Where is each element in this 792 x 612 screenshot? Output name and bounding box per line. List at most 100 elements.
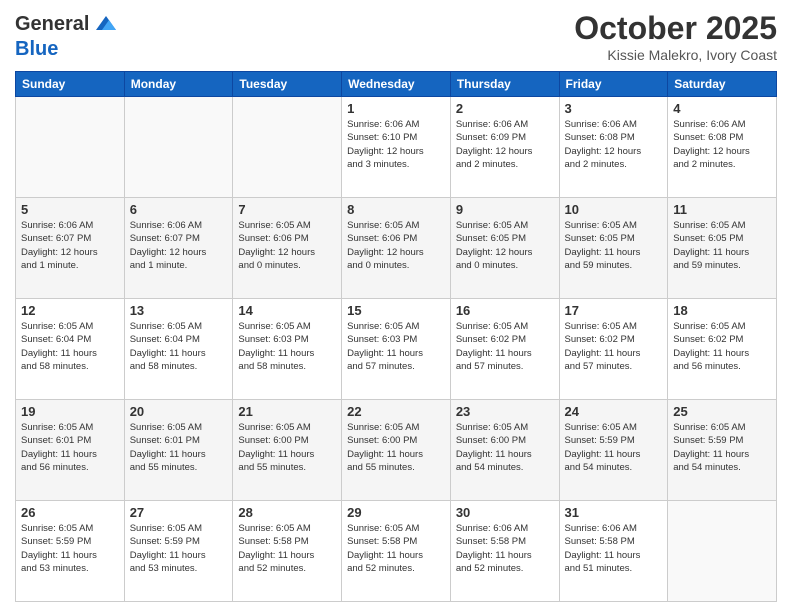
day-cell: 19 Sunrise: 6:05 AM Sunset: 6:01 PM Dayli… [16, 400, 125, 501]
header-monday: Monday [124, 72, 233, 97]
day-cell: 31Sunrise: 6:06 AM Sunset: 5:58 PM Dayli… [559, 501, 668, 602]
day-cell: 14 Sunrise: 6:05 AM Sunset: 6:03 PM Dayli… [233, 299, 342, 400]
day-number: 1 [347, 101, 445, 116]
day-cell: 29 Sunrise: 6:05 AM Sunset: 5:58 PM Dayli… [342, 501, 451, 602]
header-friday: Friday [559, 72, 668, 97]
day-cell: 11 Sunrise: 6:05 AM Sunset: 6:05 PM Dayli… [668, 198, 777, 299]
header-thursday: Thursday [450, 72, 559, 97]
day-info: Sunrise: 6:05 AM Sunset: 6:06 PM Dayligh… [347, 219, 445, 272]
week-row-2: 5 Sunrise: 6:06 AM Sunset: 6:07 PM Daylig… [16, 198, 777, 299]
day-number: 10 [565, 202, 663, 217]
day-info: Sunrise: 6:05 AM Sunset: 5:58 PM Dayligh… [347, 522, 445, 575]
day-info: Sunrise: 6:05 AM Sunset: 6:03 PM Dayligh… [347, 320, 445, 373]
day-info: Sunrise: 6:06 AM Sunset: 6:08 PM Dayligh… [673, 118, 771, 171]
day-number: 21 [238, 404, 336, 419]
day-number: 11 [673, 202, 771, 217]
day-number: 6 [130, 202, 228, 217]
header-wednesday: Wednesday [342, 72, 451, 97]
day-info: Sunrise: 6:06 AM Sunset: 6:08 PM Dayligh… [565, 118, 663, 171]
day-number: 27 [130, 505, 228, 520]
week-row-5: 26Sunrise: 6:05 AM Sunset: 5:59 PM Dayli… [16, 501, 777, 602]
day-number: 19 [21, 404, 119, 419]
day-cell: 5 Sunrise: 6:06 AM Sunset: 6:07 PM Daylig… [16, 198, 125, 299]
day-cell: 21 Sunrise: 6:05 AM Sunset: 6:00 PM Dayli… [233, 400, 342, 501]
day-number: 23 [456, 404, 554, 419]
day-cell: 16Sunrise: 6:05 AM Sunset: 6:02 PM Dayli… [450, 299, 559, 400]
day-info: Sunrise: 6:05 AM Sunset: 5:59 PM Dayligh… [130, 522, 228, 575]
day-cell: 10 Sunrise: 6:05 AM Sunset: 6:05 PM Dayli… [559, 198, 668, 299]
day-number: 7 [238, 202, 336, 217]
day-number: 5 [21, 202, 119, 217]
logo: General Blue [15, 10, 120, 60]
day-info: Sunrise: 6:05 AM Sunset: 6:05 PM Dayligh… [456, 219, 554, 272]
day-cell: 8Sunrise: 6:05 AM Sunset: 6:06 PM Daylig… [342, 198, 451, 299]
day-cell: 18 Sunrise: 6:05 AM Sunset: 6:02 PM Dayli… [668, 299, 777, 400]
day-cell [233, 97, 342, 198]
week-row-4: 19 Sunrise: 6:05 AM Sunset: 6:01 PM Dayli… [16, 400, 777, 501]
day-cell: 1 Sunrise: 6:06 AM Sunset: 6:10 PM Daylig… [342, 97, 451, 198]
day-cell: 25 Sunrise: 6:05 AM Sunset: 5:59 PM Dayli… [668, 400, 777, 501]
day-cell [124, 97, 233, 198]
day-cell: 23Sunrise: 6:05 AM Sunset: 6:00 PM Dayli… [450, 400, 559, 501]
day-info: Sunrise: 6:05 AM Sunset: 6:04 PM Dayligh… [130, 320, 228, 373]
day-cell: 24Sunrise: 6:05 AM Sunset: 5:59 PM Dayli… [559, 400, 668, 501]
day-info: Sunrise: 6:05 AM Sunset: 5:59 PM Dayligh… [565, 421, 663, 474]
day-info: Sunrise: 6:06 AM Sunset: 6:10 PM Dayligh… [347, 118, 445, 171]
day-number: 29 [347, 505, 445, 520]
header-sunday: Sunday [16, 72, 125, 97]
day-info: Sunrise: 6:06 AM Sunset: 6:07 PM Dayligh… [130, 219, 228, 272]
day-number: 16 [456, 303, 554, 318]
day-number: 20 [130, 404, 228, 419]
day-info: Sunrise: 6:06 AM Sunset: 6:09 PM Dayligh… [456, 118, 554, 171]
day-cell: 13Sunrise: 6:05 AM Sunset: 6:04 PM Dayli… [124, 299, 233, 400]
logo-general: General [15, 13, 89, 35]
day-cell: 6 Sunrise: 6:06 AM Sunset: 6:07 PM Daylig… [124, 198, 233, 299]
day-cell: 27 Sunrise: 6:05 AM Sunset: 5:59 PM Dayli… [124, 501, 233, 602]
day-cell: 3 Sunrise: 6:06 AM Sunset: 6:08 PM Daylig… [559, 97, 668, 198]
day-info: Sunrise: 6:05 AM Sunset: 6:05 PM Dayligh… [673, 219, 771, 272]
page: General Blue October 2025 Kissie Malekro… [0, 0, 792, 612]
day-cell [668, 501, 777, 602]
day-info: Sunrise: 6:05 AM Sunset: 6:00 PM Dayligh… [238, 421, 336, 474]
week-row-3: 12 Sunrise: 6:05 AM Sunset: 6:04 PM Dayli… [16, 299, 777, 400]
day-number: 2 [456, 101, 554, 116]
day-number: 28 [238, 505, 336, 520]
day-info: Sunrise: 6:05 AM Sunset: 6:06 PM Dayligh… [238, 219, 336, 272]
day-number: 3 [565, 101, 663, 116]
day-info: Sunrise: 6:06 AM Sunset: 6:07 PM Dayligh… [21, 219, 119, 272]
logo-icon [92, 10, 120, 38]
day-cell: 12 Sunrise: 6:05 AM Sunset: 6:04 PM Dayli… [16, 299, 125, 400]
day-info: Sunrise: 6:05 AM Sunset: 5:59 PM Dayligh… [673, 421, 771, 474]
day-info: Sunrise: 6:05 AM Sunset: 6:03 PM Dayligh… [238, 320, 336, 373]
day-info: Sunrise: 6:05 AM Sunset: 6:02 PM Dayligh… [673, 320, 771, 373]
day-number: 25 [673, 404, 771, 419]
logo-blue: Blue [15, 38, 120, 60]
day-info: Sunrise: 6:05 AM Sunset: 5:58 PM Dayligh… [238, 522, 336, 575]
day-cell: 20Sunrise: 6:05 AM Sunset: 6:01 PM Dayli… [124, 400, 233, 501]
day-info: Sunrise: 6:05 AM Sunset: 6:00 PM Dayligh… [347, 421, 445, 474]
day-number: 14 [238, 303, 336, 318]
calendar-table: Sunday Monday Tuesday Wednesday Thursday… [15, 71, 777, 602]
day-number: 30 [456, 505, 554, 520]
header-saturday: Saturday [668, 72, 777, 97]
day-info: Sunrise: 6:05 AM Sunset: 6:04 PM Dayligh… [21, 320, 119, 373]
day-info: Sunrise: 6:05 AM Sunset: 6:01 PM Dayligh… [21, 421, 119, 474]
day-cell: 28 Sunrise: 6:05 AM Sunset: 5:58 PM Dayli… [233, 501, 342, 602]
day-number: 22 [347, 404, 445, 419]
day-cell: 22 Sunrise: 6:05 AM Sunset: 6:00 PM Dayli… [342, 400, 451, 501]
day-cell [16, 97, 125, 198]
location: Kissie Malekro, Ivory Coast [574, 47, 777, 63]
day-number: 31 [565, 505, 663, 520]
day-info: Sunrise: 6:06 AM Sunset: 5:58 PM Dayligh… [456, 522, 554, 575]
day-cell: 17Sunrise: 6:05 AM Sunset: 6:02 PM Dayli… [559, 299, 668, 400]
day-number: 18 [673, 303, 771, 318]
day-cell: 4Sunrise: 6:06 AM Sunset: 6:08 PM Daylig… [668, 97, 777, 198]
title-area: October 2025 Kissie Malekro, Ivory Coast [574, 10, 777, 63]
day-cell: 30 Sunrise: 6:06 AM Sunset: 5:58 PM Dayli… [450, 501, 559, 602]
day-cell: 15Sunrise: 6:05 AM Sunset: 6:03 PM Dayli… [342, 299, 451, 400]
day-cell: 2 Sunrise: 6:06 AM Sunset: 6:09 PM Daylig… [450, 97, 559, 198]
week-row-1: 1 Sunrise: 6:06 AM Sunset: 6:10 PM Daylig… [16, 97, 777, 198]
day-info: Sunrise: 6:05 AM Sunset: 6:05 PM Dayligh… [565, 219, 663, 272]
day-number: 12 [21, 303, 119, 318]
day-number: 9 [456, 202, 554, 217]
